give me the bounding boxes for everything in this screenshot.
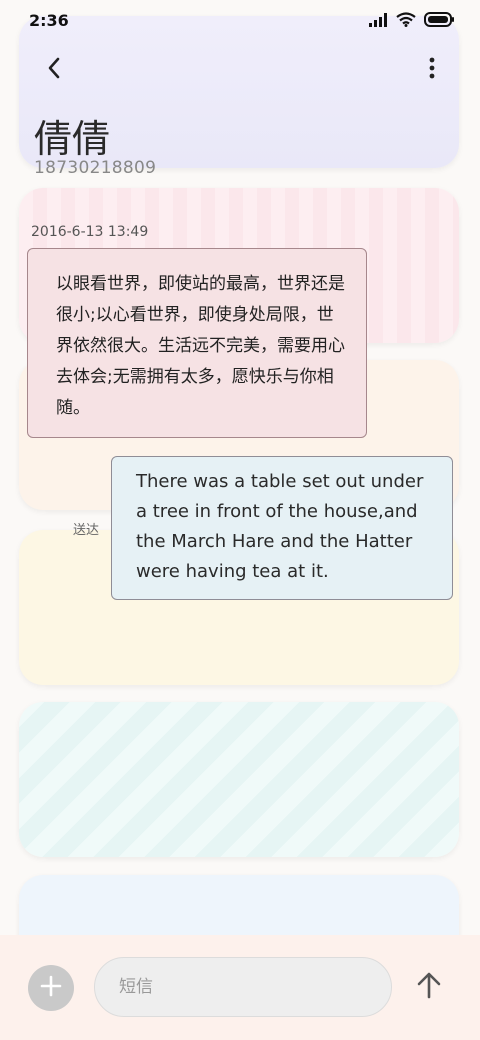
status-icons: [368, 12, 454, 31]
plus-icon: [40, 975, 62, 1001]
more-vertical-icon: [429, 57, 435, 83]
arrow-up-icon: [417, 971, 441, 1003]
add-attachment-button[interactable]: [28, 965, 74, 1011]
contact-name: 倩倩: [34, 117, 111, 161]
back-button[interactable]: [36, 52, 72, 88]
more-options-button[interactable]: [420, 52, 444, 88]
message-timestamp: 2016-6-13 13:49: [31, 224, 149, 240]
message-text: There was a table set out under a tree i…: [136, 471, 424, 582]
message-input[interactable]: [94, 957, 392, 1017]
incoming-message-bubble[interactable]: 以眼看世界，即使站的最高，世界还是很小;以心看世界，即使身处局限，世界依然很大。…: [27, 248, 367, 438]
send-button[interactable]: [414, 970, 444, 1004]
background-card: [19, 702, 459, 857]
chevron-left-icon: [46, 56, 62, 84]
signal-icon: [368, 12, 388, 31]
outgoing-message-bubble[interactable]: There was a table set out under a tree i…: [111, 456, 453, 600]
delivery-status: 送达: [73, 523, 100, 538]
battery-icon: [424, 12, 454, 31]
message-text: 以眼看世界，即使站的最高，世界还是很小;以心看世界，即使身处局限，世界依然很大。…: [56, 274, 345, 418]
status-time: 2:36: [29, 11, 69, 30]
status-bar: 2:36: [0, 0, 480, 40]
contact-phone: 18730218809: [34, 158, 157, 178]
wifi-icon: [396, 12, 416, 31]
